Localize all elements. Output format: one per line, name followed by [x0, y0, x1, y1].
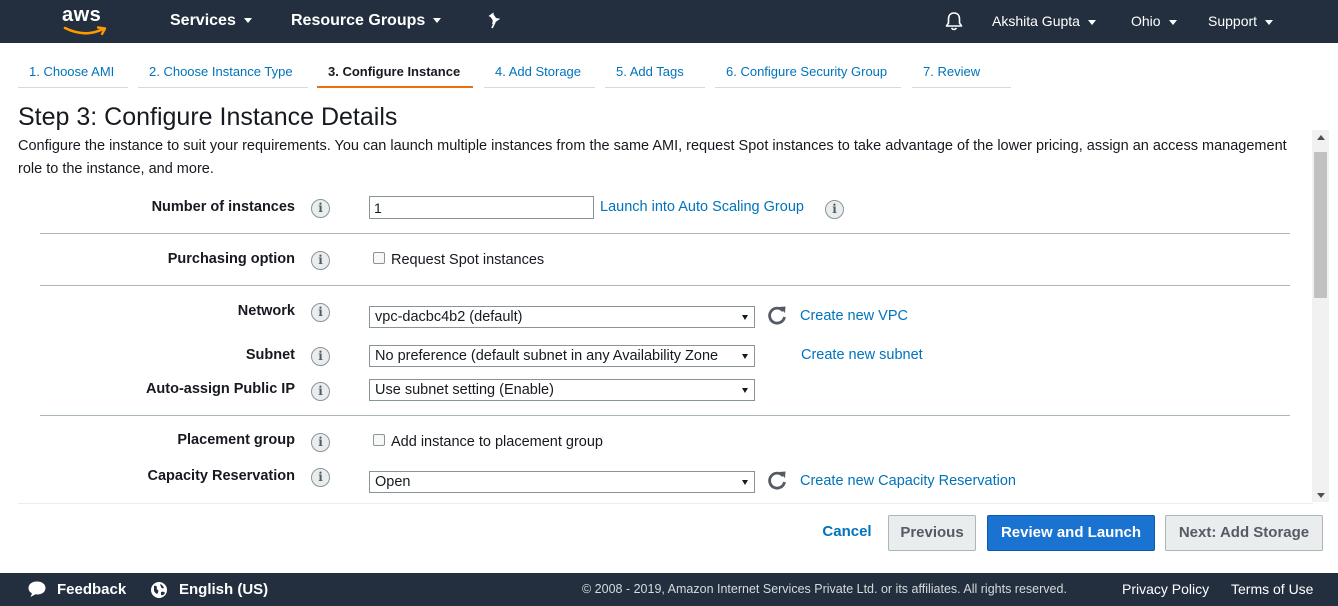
info-icon[interactable]: i	[311, 251, 330, 270]
create-capacity-reservation-link[interactable]: Create new Capacity Reservation	[800, 473, 1016, 489]
tab-add-storage[interactable]: 4. Add Storage	[484, 60, 595, 88]
subnet-value: No preference (default subnet in any Ava…	[375, 348, 719, 364]
dropdown-arrow-icon	[742, 315, 748, 320]
pin-icon[interactable]	[487, 12, 503, 30]
auto-assign-ip-value: Use subnet setting (Enable)	[375, 382, 554, 398]
chevron-down-icon	[1168, 19, 1177, 25]
cancel-button[interactable]: Cancel	[815, 515, 879, 551]
info-icon[interactable]: i	[311, 382, 330, 401]
feedback-button[interactable]: Feedback	[57, 573, 126, 606]
subnet-label: Subnet	[245, 347, 295, 363]
chevron-down-icon	[1265, 19, 1274, 25]
info-icon[interactable]: i	[825, 200, 844, 219]
info-icon[interactable]: i	[311, 347, 330, 366]
chevron-down-icon	[433, 18, 442, 24]
copyright-text: © 2008 - 2019, Amazon Internet Services …	[582, 582, 1067, 596]
tab-add-tags[interactable]: 5. Add Tags	[605, 60, 705, 88]
top-navigation-bar: aws Services Resource Groups Akshita Gup…	[0, 0, 1338, 43]
user-name: Akshita Gupta	[992, 13, 1080, 29]
services-label: Services	[170, 12, 236, 29]
capacity-reservation-select[interactable]: Open	[369, 471, 755, 493]
aws-logo[interactable]: aws	[62, 4, 112, 38]
divider	[40, 285, 1290, 286]
info-icon[interactable]: i	[311, 303, 330, 322]
resource-groups-label: Resource Groups	[291, 12, 426, 29]
content-bottom-border	[18, 503, 1313, 504]
dropdown-arrow-icon	[742, 354, 748, 359]
terms-of-use-link[interactable]: Terms of Use	[1231, 573, 1313, 606]
chevron-down-icon	[1087, 19, 1096, 25]
services-menu[interactable]: Services	[170, 0, 252, 43]
auto-assign-ip-select[interactable]: Use subnet setting (Enable)	[369, 379, 755, 401]
network-select[interactable]: vpc-dacbc4b2 (default)	[369, 306, 755, 328]
info-icon[interactable]: i	[311, 199, 330, 218]
speech-bubble-icon	[28, 581, 46, 597]
network-value: vpc-dacbc4b2 (default)	[375, 309, 523, 325]
tab-configure-security-group[interactable]: 6. Configure Security Group	[715, 60, 901, 88]
page-title: Step 3: Configure Instance Details	[18, 103, 398, 131]
chevron-down-icon	[243, 18, 252, 24]
capacity-reservation-label: Capacity Reservation	[147, 468, 295, 484]
launch-auto-scaling-link[interactable]: Launch into Auto Scaling Group	[600, 199, 804, 215]
placement-group-label: Placement group	[177, 432, 295, 448]
info-icon[interactable]: i	[311, 468, 330, 487]
resource-groups-menu[interactable]: Resource Groups	[291, 0, 442, 43]
purchasing-option-label: Purchasing option	[167, 251, 295, 267]
refresh-icon[interactable]	[766, 469, 788, 491]
number-of-instances-label: Number of instances	[151, 199, 295, 215]
placement-group-checkbox[interactable]	[373, 434, 385, 446]
aws-logo-text: aws	[62, 4, 102, 26]
request-spot-checkbox[interactable]	[373, 252, 385, 264]
review-and-launch-button[interactable]: Review and Launch	[987, 515, 1155, 551]
subnet-select[interactable]: No preference (default subnet in any Ava…	[369, 345, 755, 367]
tab-choose-ami[interactable]: 1. Choose AMI	[18, 60, 128, 88]
refresh-icon[interactable]	[766, 304, 788, 326]
bell-icon[interactable]	[944, 11, 964, 32]
page-description: Configure the instance to suit your requ…	[18, 138, 1287, 177]
scroll-thumb[interactable]	[1314, 152, 1327, 298]
divider	[40, 415, 1290, 416]
request-spot-label[interactable]: Request Spot instances	[391, 252, 544, 268]
previous-button[interactable]: Previous	[888, 515, 976, 551]
support-menu[interactable]: Support	[1208, 0, 1274, 43]
support-label: Support	[1208, 13, 1258, 29]
scroll-up-arrow-icon[interactable]	[1317, 135, 1325, 140]
create-new-subnet-link[interactable]: Create new subnet	[801, 347, 923, 363]
divider	[40, 233, 1290, 234]
region-name: Ohio	[1131, 13, 1161, 29]
auto-assign-ip-label: Auto-assign Public IP	[145, 381, 295, 397]
tab-review[interactable]: 7. Review	[912, 60, 1011, 88]
network-label: Network	[237, 303, 295, 319]
tab-choose-instance-type[interactable]: 2. Choose Instance Type	[138, 60, 308, 88]
dropdown-arrow-icon	[742, 388, 748, 393]
footer: Feedback English (US) © 2008 - 2019, Ama…	[0, 573, 1338, 606]
aws-smile-icon	[63, 26, 107, 36]
number-of-instances-input[interactable]	[369, 196, 594, 219]
scroll-down-arrow-icon[interactable]	[1317, 493, 1325, 498]
tab-configure-instance[interactable]: 3. Configure Instance	[317, 60, 473, 88]
region-menu[interactable]: Ohio	[1131, 0, 1177, 43]
capacity-reservation-value: Open	[375, 474, 411, 490]
info-icon[interactable]: i	[311, 433, 330, 452]
create-new-vpc-link[interactable]: Create new VPC	[800, 308, 908, 324]
globe-icon	[151, 582, 167, 598]
scrollbar[interactable]	[1312, 130, 1329, 502]
privacy-policy-link[interactable]: Privacy Policy	[1122, 573, 1209, 606]
next-add-storage-button[interactable]: Next: Add Storage	[1165, 515, 1323, 551]
placement-group-checkbox-label[interactable]: Add instance to placement group	[391, 434, 603, 450]
user-menu[interactable]: Akshita Gupta	[992, 0, 1096, 43]
language-selector[interactable]: English (US)	[179, 573, 268, 606]
dropdown-arrow-icon	[742, 480, 748, 485]
